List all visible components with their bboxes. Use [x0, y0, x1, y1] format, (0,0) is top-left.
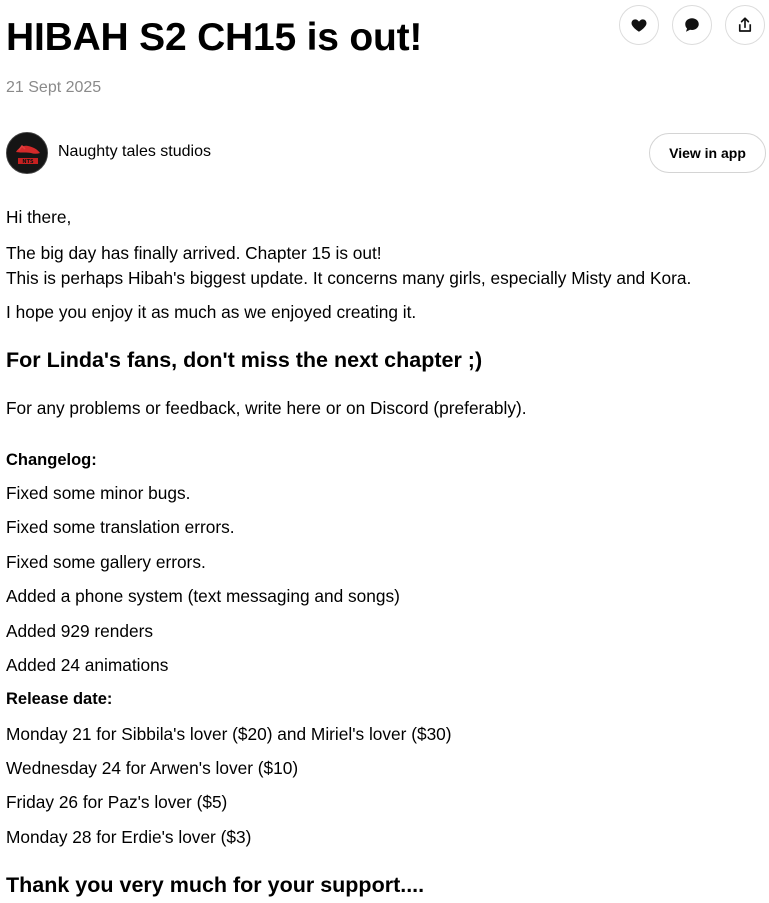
- release-item: Wednesday 24 for Arwen's lover ($10): [6, 758, 299, 778]
- body-line: This is perhaps Hibah's biggest update. …: [6, 268, 692, 288]
- svg-text:NTS: NTS: [22, 159, 34, 165]
- view-in-app-button[interactable]: View in app: [649, 133, 766, 173]
- changelog-item: Added a phone system (text messaging and…: [6, 586, 400, 606]
- changelog-item: Fixed some gallery errors.: [6, 552, 206, 572]
- body-line: The big day has finally arrived. Chapter…: [6, 243, 382, 263]
- changelog-item: Fixed some translation errors.: [6, 517, 235, 537]
- comment-icon: [685, 18, 699, 32]
- changelog-item: Fixed some minor bugs.: [6, 483, 191, 503]
- author-name[interactable]: Naughty tales studios: [58, 143, 211, 161]
- post-actions: [619, 5, 765, 45]
- changelog-item: Added 929 renders: [6, 621, 154, 641]
- feedback-text: For any problems or feedback, write here…: [6, 398, 527, 418]
- author-avatar[interactable]: NTS: [6, 132, 48, 174]
- release-heading: Release date:: [6, 690, 113, 708]
- release-item: Monday 21 for Sibbila's lover ($20) and …: [6, 724, 452, 744]
- post-date: 21 Sept 2025: [6, 79, 102, 96]
- changelog-item: Added 24 animations: [6, 655, 169, 675]
- studio-logo-icon: NTS: [7, 133, 47, 173]
- greeting-text: Hi there,: [6, 207, 72, 227]
- release-item: Monday 28 for Erdie's lover ($3): [6, 827, 252, 847]
- section-heading: For Linda's fans, don't miss the next ch…: [6, 348, 483, 372]
- release-item: Friday 26 for Paz's lover ($5): [6, 792, 228, 812]
- post-title: HIBAH S2 CH15 is out!: [6, 16, 423, 59]
- changelog-heading: Changelog:: [6, 451, 97, 469]
- heart-icon: [631, 19, 647, 32]
- body-line: I hope you enjoy it as much as we enjoye…: [6, 302, 417, 322]
- comment-button[interactable]: [672, 5, 712, 45]
- share-button[interactable]: [725, 5, 765, 45]
- closing-heading: Thank you very much for your support....: [6, 873, 425, 897]
- like-button[interactable]: [619, 5, 659, 45]
- share-icon: [738, 17, 752, 32]
